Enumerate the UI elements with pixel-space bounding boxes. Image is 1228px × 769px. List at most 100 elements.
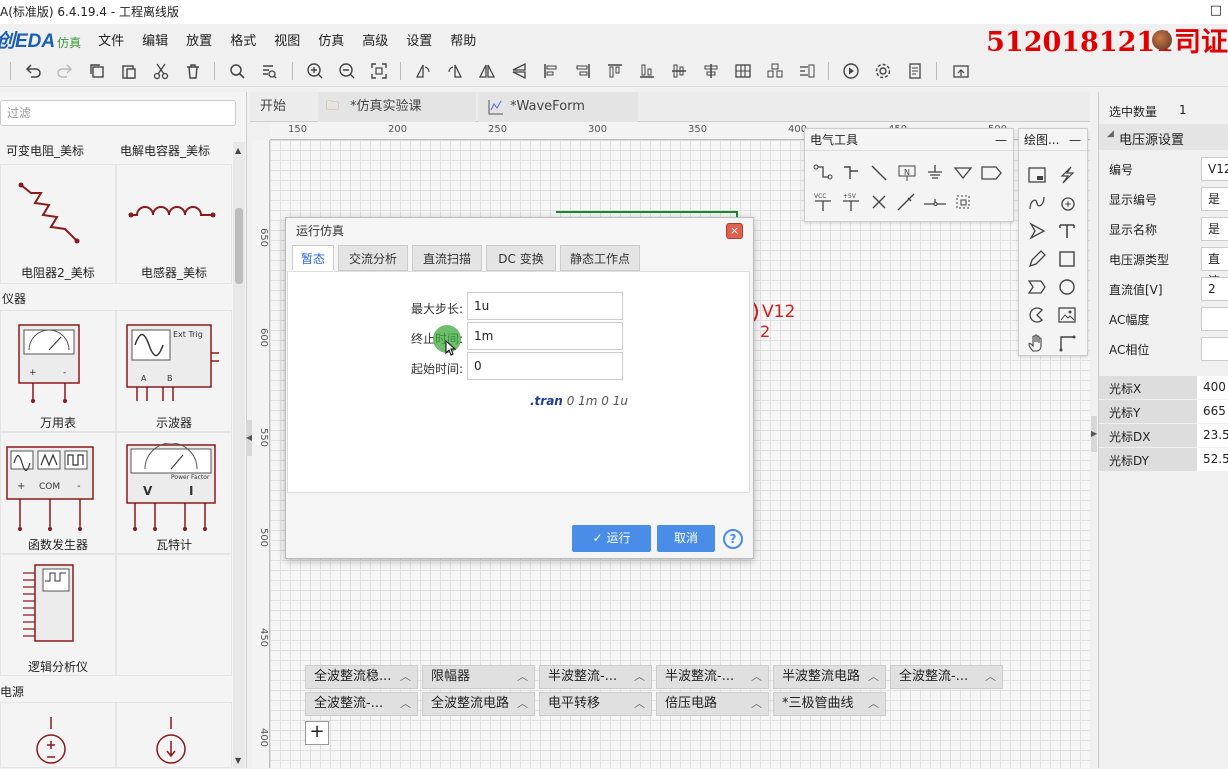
- prop-value-ac-amplitude[interactable]: [1201, 307, 1228, 331]
- prop-value-source-type[interactable]: 直流: [1201, 247, 1228, 288]
- tab-operating-point[interactable]: 静态工作点: [560, 245, 640, 271]
- instrument-function-generator[interactable]: + COM - 函数发生器: [0, 432, 116, 554]
- panel-header[interactable]: 电气工具 —: [805, 129, 1013, 151]
- export-icon[interactable]: [950, 60, 972, 82]
- panel-header[interactable]: 绘图... —: [1019, 129, 1087, 151]
- search-icon[interactable]: [226, 60, 248, 82]
- group-power[interactable]: 电源: [0, 683, 24, 700]
- add-tab-button[interactable]: +: [305, 721, 329, 745]
- redo-icon[interactable]: [54, 60, 76, 82]
- net-port-icon[interactable]: [979, 161, 1003, 185]
- run-button[interactable]: ✓ 运行: [572, 525, 651, 552]
- stop-time-input[interactable]: 1m: [467, 322, 623, 350]
- bottom-tab[interactable]: 电平转移 ︿: [539, 692, 652, 716]
- chevron-up-icon[interactable]: ︿: [517, 666, 528, 688]
- part-label-electrolytic-cap[interactable]: 电解电容器_美标: [120, 142, 210, 159]
- bottom-tab[interactable]: 限幅器 ︿: [422, 665, 535, 689]
- pin-icon[interactable]: [923, 190, 947, 214]
- minimize-icon[interactable]: —: [995, 129, 1007, 151]
- bottom-tab[interactable]: 半波整流-... ︿: [656, 665, 769, 689]
- circle-icon[interactable]: [1055, 275, 1079, 299]
- menu-format[interactable]: 格式: [221, 30, 265, 49]
- select-area-icon[interactable]: [951, 190, 975, 214]
- gnd-triangle-icon[interactable]: [951, 161, 975, 185]
- bottom-tab[interactable]: 倍压电路 ︿: [656, 692, 769, 716]
- lightning-icon[interactable]: [1055, 163, 1079, 187]
- collapse-right-handle[interactable]: ▶: [1091, 416, 1097, 452]
- maximize-button[interactable]: □: [1210, 0, 1222, 22]
- vcc-icon[interactable]: VCC: [811, 190, 835, 214]
- library-scroll-thumb[interactable]: [235, 208, 243, 284]
- component-value[interactable]: 2: [760, 322, 770, 341]
- find-list-icon[interactable]: [258, 60, 280, 82]
- part-label-variable-resistor[interactable]: 可变电阻_美标: [6, 142, 84, 159]
- instrument-multimeter[interactable]: + - 万用表: [0, 310, 116, 432]
- prop-value-show-name[interactable]: 是: [1201, 217, 1228, 241]
- wire-icon[interactable]: [811, 161, 835, 185]
- copy-icon[interactable]: [86, 60, 108, 82]
- bottom-tab[interactable]: 半波整流电路 ︿: [773, 665, 886, 689]
- chevron-up-icon[interactable]: ︿: [751, 666, 762, 688]
- part-current-source[interactable]: [116, 702, 232, 768]
- align-middle-icon[interactable]: [700, 60, 722, 82]
- paste-icon[interactable]: [118, 60, 140, 82]
- chevron-up-icon[interactable]: ︿: [517, 693, 528, 715]
- document-icon[interactable]: [904, 60, 926, 82]
- filter-input[interactable]: 过滤: [0, 100, 236, 126]
- menu-simulate[interactable]: 仿真: [309, 30, 353, 49]
- pie-icon[interactable]: [1025, 303, 1049, 327]
- pencil-icon[interactable]: [1025, 247, 1049, 271]
- menu-place[interactable]: 放置: [177, 30, 221, 49]
- chevron-up-icon[interactable]: ︿: [868, 693, 879, 715]
- tab-ac-analysis[interactable]: 交流分析: [338, 245, 408, 271]
- distribute-h-icon[interactable]: [732, 60, 754, 82]
- image-frame-icon[interactable]: [1025, 163, 1049, 187]
- collapse-triangle-icon[interactable]: ◢: [1107, 129, 1114, 139]
- chevron-up-icon[interactable]: ︿: [400, 693, 411, 715]
- prop-value-designator[interactable]: V12: [1201, 157, 1228, 181]
- align-right-icon[interactable]: [604, 60, 626, 82]
- tab-waveform[interactable]: *WaveForm: [478, 92, 638, 122]
- group-instruments[interactable]: 仪器: [2, 290, 26, 307]
- section-header[interactable]: ◢ 电压源设置: [1099, 124, 1228, 150]
- settings-icon[interactable]: [872, 60, 894, 82]
- chevron-up-icon[interactable]: ︿: [985, 666, 996, 688]
- flip-h-icon[interactable]: [476, 60, 498, 82]
- ground-icon[interactable]: [923, 161, 947, 185]
- line-icon[interactable]: [867, 161, 891, 185]
- chevron-up-icon[interactable]: ︿: [634, 693, 645, 715]
- align-left-icon[interactable]: [540, 60, 562, 82]
- bus-icon[interactable]: [839, 161, 863, 185]
- rotate-left-icon[interactable]: [412, 60, 434, 82]
- rotate-right-icon[interactable]: [444, 60, 466, 82]
- run-icon[interactable]: [840, 60, 862, 82]
- flip-v-icon[interactable]: [508, 60, 530, 82]
- part-voltage-source[interactable]: [0, 702, 116, 768]
- component-label[interactable]: V12: [762, 302, 795, 322]
- instrument-logic-analyzer[interactable]: 逻辑分析仪: [0, 554, 116, 676]
- zoom-in-icon[interactable]: [304, 60, 326, 82]
- menu-advanced[interactable]: 高级: [353, 30, 397, 49]
- delete-icon[interactable]: [182, 60, 204, 82]
- align-bottom-icon[interactable]: [668, 60, 690, 82]
- text-icon[interactable]: [1055, 219, 1079, 243]
- max-step-input[interactable]: 1u: [467, 292, 623, 320]
- chevron-up-icon[interactable]: ︿: [751, 693, 762, 715]
- hand-icon[interactable]: [1025, 331, 1049, 355]
- start-time-input[interactable]: 0: [467, 352, 623, 380]
- no-connect-icon[interactable]: [867, 190, 891, 214]
- bottom-tab[interactable]: *三极管曲线 ︿: [773, 692, 886, 716]
- plus5v-icon[interactable]: +5V: [839, 190, 863, 214]
- minimize-icon[interactable]: —: [1069, 129, 1081, 151]
- menu-edit[interactable]: 编辑: [133, 30, 177, 49]
- cut-icon[interactable]: [150, 60, 172, 82]
- menu-view[interactable]: 视图: [265, 30, 309, 49]
- tab-transient[interactable]: 暂态: [292, 245, 334, 271]
- menu-help[interactable]: 帮助: [441, 30, 485, 49]
- chevron-up-icon[interactable]: ︿: [634, 666, 645, 688]
- zoom-out-icon[interactable]: [336, 60, 358, 82]
- bottom-tab[interactable]: 全波整流-... ︿: [890, 665, 1003, 689]
- chevron-up-icon[interactable]: ︿: [400, 666, 411, 688]
- tab-simulation-lesson[interactable]: 🗀 *仿真实验课: [318, 92, 476, 122]
- net-label-icon[interactable]: N: [895, 161, 919, 185]
